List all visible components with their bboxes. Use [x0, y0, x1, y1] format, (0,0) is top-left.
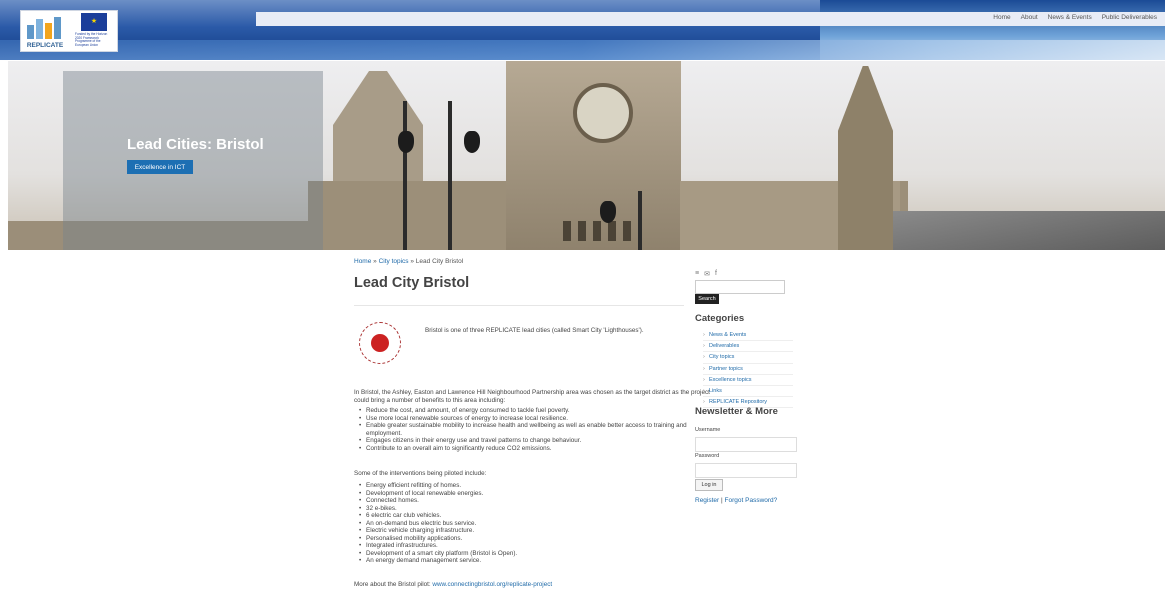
header-water — [0, 40, 1165, 60]
forgot-password-link[interactable]: Forgot Password? — [725, 497, 778, 504]
category-link[interactable]: Excellence topics — [703, 375, 793, 387]
hero-title: Lead Cities: Bristol — [127, 136, 264, 153]
benefit-item: Reduce the cost, and amount, of energy c… — [358, 407, 718, 415]
hero-lamp-post — [638, 191, 642, 250]
search-button[interactable]: Search — [695, 294, 719, 304]
nav-news-events[interactable]: News & Events — [1048, 14, 1092, 21]
username-label: Username — [695, 427, 721, 433]
categories-list: News & EventsDeliverablesCity topicsPart… — [703, 330, 793, 409]
account-links: Register | Forgot Password? — [695, 497, 777, 504]
excellence-in-ict-button[interactable]: Excellence in ICT — [127, 160, 193, 174]
breadcrumb-city-topics[interactable]: City topics — [379, 258, 409, 265]
hero-lamp — [464, 131, 480, 153]
newsletter-heading: Newsletter & More — [695, 406, 778, 417]
intervention-item: 32 e-bikes. — [358, 505, 718, 513]
breadcrumb-separator: » — [408, 258, 416, 265]
benefit-item: Contribute to an overall aim to signific… — [358, 445, 718, 453]
eu-logo: ★ Funded by the Horizon 2020 Framework P… — [75, 13, 113, 49]
category-link[interactable]: City topics — [703, 352, 793, 364]
eu-flag-icon: ★ — [81, 13, 107, 31]
intervention-item: Connected homes. — [358, 497, 718, 505]
nav-about[interactable]: About — [1021, 14, 1038, 21]
more-label: More about the Bristol pilot: — [354, 581, 433, 588]
benefits-list: Reduce the cost, and amount, of energy c… — [358, 407, 718, 452]
page-title: Lead City Bristol — [354, 275, 470, 291]
benefit-item: Engages citizens in their energy use and… — [358, 437, 718, 445]
bristol-city-council-logo — [359, 322, 401, 364]
logo[interactable]: REPLICATE ★ Funded by the Horizon 2020 F… — [20, 10, 118, 52]
intervention-item: Electric vehicle charging infrastructure… — [358, 527, 718, 535]
hero-spire-right — [838, 66, 893, 250]
logo-building-icon — [27, 25, 34, 39]
hero-window — [593, 221, 601, 241]
seal-ship-icon — [371, 334, 389, 352]
hero-window — [563, 221, 571, 241]
search-input[interactable] — [695, 280, 785, 294]
intro-text: Bristol is one of three REPLICATE lead c… — [425, 327, 644, 334]
logo-wordmark: REPLICATE — [26, 42, 64, 49]
benefit-item: Enable greater sustainable mobility to i… — [358, 422, 718, 437]
eu-funding-text: Funded by the Horizon 2020 Framework Pro… — [75, 32, 108, 47]
intervention-item: An energy demand management service. — [358, 557, 718, 565]
breadcrumb-current: Lead City Bristol — [415, 258, 464, 265]
breadcrumb: Home » City topics » Lead City Bristol — [354, 258, 463, 265]
category-link[interactable]: News & Events — [703, 330, 793, 342]
hero-lamp — [600, 201, 616, 223]
facebook-icon[interactable]: f — [715, 270, 717, 278]
intervention-item: Energy efficient refitting of homes. — [358, 482, 718, 490]
nav-home[interactable]: Home — [993, 14, 1010, 21]
divider — [354, 305, 684, 306]
logo-building-icon — [45, 23, 52, 39]
social-icons: ≡ ✉ f — [695, 270, 717, 278]
breadcrumb-separator: » — [371, 258, 379, 265]
rss-icon[interactable]: ≡ — [695, 270, 699, 278]
hero-window — [623, 221, 631, 241]
mail-icon[interactable]: ✉ — [704, 270, 710, 278]
hero-overlay — [63, 71, 323, 250]
intervention-item: 6 electric car club vehicles. — [358, 512, 718, 520]
hero-lamp-post — [448, 101, 452, 250]
category-link[interactable]: Deliverables — [703, 341, 793, 353]
hero-window — [578, 221, 586, 241]
hero-lamp-post — [403, 101, 407, 250]
logo-building-icon — [36, 19, 43, 39]
replicate-logo[interactable]: REPLICATE — [23, 13, 67, 49]
password-label: Password — [695, 453, 720, 459]
intervention-item: Personalised mobility applications. — [358, 535, 718, 543]
category-link[interactable]: Partner topics — [703, 364, 793, 375]
more-about-pilot: More about the Bristol pilot: www.connec… — [354, 581, 552, 588]
categories-heading: Categories — [695, 313, 745, 324]
breadcrumb-home[interactable]: Home — [354, 258, 371, 265]
intervention-item: An on-demand bus electric bus service. — [358, 520, 718, 528]
logo-building-icon — [54, 17, 61, 39]
intervention-item: Integrated infrastructures. — [358, 542, 718, 550]
interventions-list: Energy efficient refitting of homes.Deve… — [358, 482, 718, 565]
main-nav: Home About News & Events Public Delivera… — [993, 14, 1157, 21]
target-district-paragraph: In Bristol, the Ashley, Easton and Lawre… — [354, 389, 710, 404]
register-link[interactable]: Register — [695, 497, 719, 504]
hero-window — [608, 221, 616, 241]
hero-clock — [573, 83, 633, 143]
username-field[interactable] — [695, 437, 797, 452]
password-field[interactable] — [695, 463, 797, 478]
intervention-item: Development of local renewable energies. — [358, 490, 718, 498]
bristol-pilot-link[interactable]: www.connectingbristol.org/replicate-proj… — [432, 581, 552, 588]
intervention-item: Development of a smart city platform (Br… — [358, 550, 718, 558]
hero-roof — [893, 211, 1165, 250]
hero-lamp — [398, 131, 414, 153]
category-link[interactable]: Links — [703, 386, 793, 398]
login-button[interactable]: Log in — [695, 479, 723, 491]
benefit-item: Use more local renewable sources of ener… — [358, 415, 718, 423]
site-header: REPLICATE ★ Funded by the Horizon 2020 F… — [0, 0, 1165, 60]
interventions-intro: Some of the interventions being piloted … — [354, 470, 487, 477]
nav-public-deliverables[interactable]: Public Deliverables — [1102, 14, 1157, 21]
